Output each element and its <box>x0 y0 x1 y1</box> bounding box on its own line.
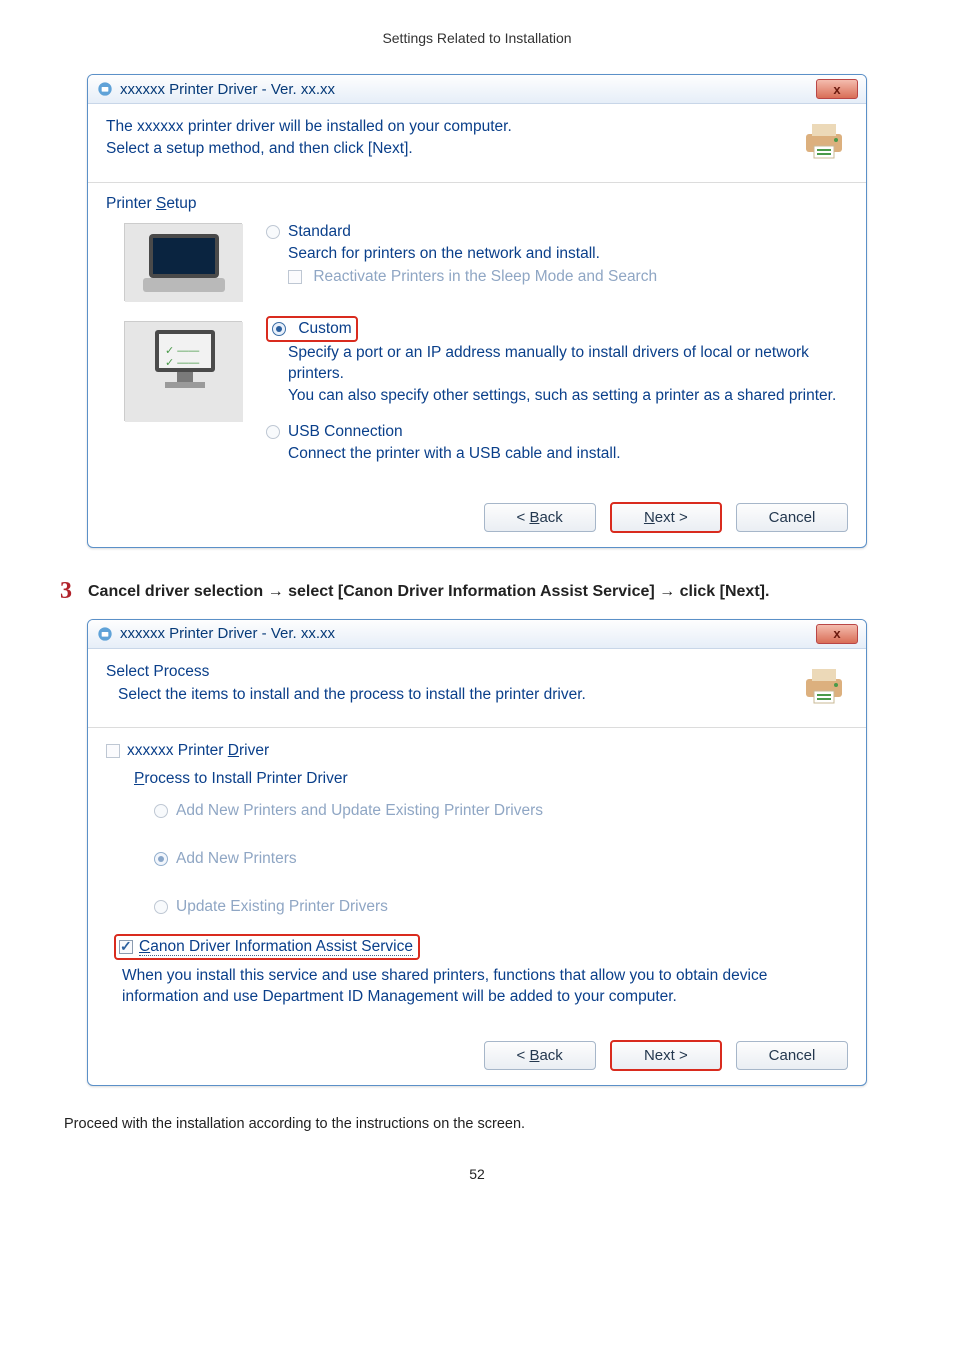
cancel-button[interactable]: Cancel <box>736 503 848 532</box>
reactivate-checkbox[interactable] <box>288 270 302 284</box>
desktop-thumb: ✓ —— ✓ —— <box>124 321 242 421</box>
radio-icon <box>154 852 168 866</box>
option-custom-label: Custom <box>298 320 351 337</box>
proc-add-label: Add New Printers <box>176 850 297 868</box>
option-custom[interactable]: Custom Specify a port or an IP address m… <box>266 316 848 407</box>
proc-add-update-label: Add New Printers and Update Existing Pri… <box>176 802 543 820</box>
proc-update[interactable]: Update Existing Printer Drivers <box>154 898 848 916</box>
driver-label: xxxxxx Printer Driver <box>127 742 269 760</box>
process-group-label: Process to Install Printer Driver <box>134 770 848 788</box>
svg-text:✓ ——: ✓ —— <box>165 345 199 357</box>
select-process-dialog: xxxxxx Printer Driver - Ver. xx.xx x Sel… <box>87 619 867 1086</box>
proc-update-label: Update Existing Printer Drivers <box>176 898 388 916</box>
radio-icon <box>154 804 168 818</box>
step-text: Cancel driver selection → select [Canon … <box>88 578 894 604</box>
option-usb-label: USB Connection <box>288 421 403 443</box>
page-number: 52 <box>60 1166 894 1182</box>
radio-icon <box>272 322 286 336</box>
assist-service-row[interactable]: Canon Driver Information Assist Service <box>114 934 420 960</box>
intro-line-1: The xxxxxx printer driver will be instal… <box>106 116 788 138</box>
app-icon <box>96 625 114 643</box>
next-button[interactable]: Next > <box>610 1040 722 1071</box>
close-button[interactable]: x <box>816 79 858 99</box>
printer-setup-dialog: xxxxxx Printer Driver - Ver. xx.xx x The… <box>87 74 867 548</box>
app-icon <box>96 80 114 98</box>
cancel-button[interactable]: Cancel <box>736 1041 848 1070</box>
window-title: xxxxxx Printer Driver - Ver. xx.xx <box>120 625 335 642</box>
assist-service-label: Canon Driver Information Assist Service <box>139 938 413 956</box>
reactivate-label: Reactivate Printers in the Sleep Mode an… <box>313 268 657 285</box>
dialog-header: The xxxxxx printer driver will be instal… <box>88 104 866 183</box>
option-custom-desc: Specify a port or an IP address manually… <box>288 342 848 407</box>
driver-checkbox[interactable] <box>106 744 120 758</box>
dialog-header: Select Process Select the items to insta… <box>88 649 866 728</box>
footnote: Proceed with the installation according … <box>64 1116 894 1132</box>
setup-thumbnails: ✓ —— ✓ —— <box>106 217 266 476</box>
close-button[interactable]: x <box>816 624 858 644</box>
laptop-thumb <box>124 223 242 301</box>
titlebar: xxxxxx Printer Driver - Ver. xx.xx x <box>88 620 866 649</box>
option-standard-desc: Search for printers on the network and i… <box>288 243 848 265</box>
titlebar: xxxxxx Printer Driver - Ver. xx.xx x <box>88 75 866 104</box>
intro-line-2: Select a setup method, and then click [N… <box>106 138 788 160</box>
head-title: Select Process <box>106 661 788 683</box>
back-button[interactable]: < Back <box>484 1041 596 1070</box>
assist-service-checkbox[interactable] <box>119 940 133 954</box>
proc-add-new[interactable]: Add New Printers <box>154 850 848 868</box>
head-desc: Select the items to install and the proc… <box>118 684 788 706</box>
driver-check-row[interactable]: xxxxxx Printer Driver <box>106 742 848 760</box>
back-button[interactable]: < Back <box>484 503 596 532</box>
step-number: 3 <box>60 578 88 604</box>
printer-icon <box>800 661 848 709</box>
radio-icon <box>154 900 168 914</box>
option-standard-label: Standard <box>288 221 351 243</box>
printer-setup-group-label: Printer Setup <box>106 195 848 213</box>
radio-icon <box>266 225 280 239</box>
svg-text:✓ ——: ✓ —— <box>165 357 199 369</box>
header-section: Settings Related to Installation <box>60 30 894 46</box>
option-usb[interactable]: USB Connection Connect the printer with … <box>266 421 848 464</box>
next-button[interactable]: Next > <box>610 502 722 533</box>
radio-icon <box>266 425 280 439</box>
printer-icon <box>800 116 848 164</box>
assist-service-desc: When you install this service and use sh… <box>122 964 844 1008</box>
step-3: 3 Cancel driver selection → select [Cano… <box>60 578 894 604</box>
window-title: xxxxxx Printer Driver - Ver. xx.xx <box>120 81 335 98</box>
option-usb-desc: Connect the printer with a USB cable and… <box>288 443 848 465</box>
option-standard[interactable]: Standard Search for printers on the netw… <box>266 221 848 288</box>
proc-add-and-update[interactable]: Add New Printers and Update Existing Pri… <box>154 802 848 820</box>
